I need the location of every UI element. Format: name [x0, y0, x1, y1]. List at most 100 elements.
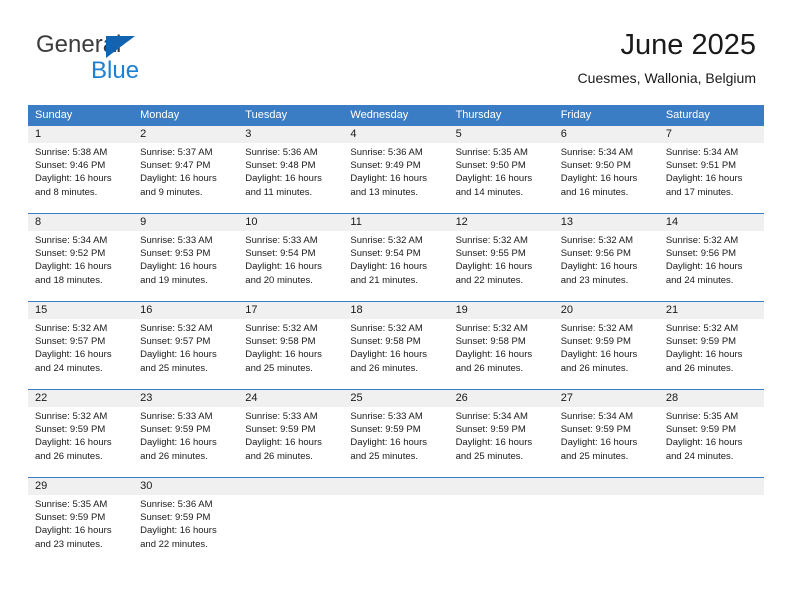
- day-cell: Sunrise: 5:33 AM Sunset: 9:59 PM Dayligh…: [133, 407, 238, 477]
- daylight-text: Daylight: 16 hours and 23 minutes.: [35, 525, 112, 550]
- sunrise-text: Sunrise: 5:34 AM: [455, 411, 528, 422]
- sunset-text: Sunset: 9:47 PM: [140, 160, 211, 172]
- sunrise-text: Sunrise: 5:34 AM: [665, 147, 739, 158]
- sunset-text: Sunset: 9:59 PM: [140, 424, 211, 436]
- day-number[interactable]: 25: [343, 390, 448, 407]
- day-detail-row: Sunrise: 5:35 AM Sunset: 9:59 PM Dayligh…: [28, 495, 764, 565]
- page-header: General Blue June 2025 Cuesmes, Wallonia…: [0, 0, 792, 100]
- day-cell: Sunrise: 5:34 AM Sunset: 9:50 PM Dayligh…: [554, 143, 659, 213]
- day-number[interactable]: 8: [28, 214, 133, 231]
- sunrise-text: Sunrise: 5:32 AM: [455, 235, 528, 246]
- page-title: June 2025: [620, 29, 756, 61]
- day-cell: Sunrise: 5:33 AM Sunset: 9:59 PM Dayligh…: [343, 407, 448, 477]
- daylight-text: Daylight: 16 hours and 22 minutes.: [140, 525, 217, 550]
- day-cell: Sunrise: 5:37 AM Sunset: 9:47 PM Dayligh…: [133, 143, 238, 213]
- weekday-header-sunday: Sunday: [35, 109, 73, 121]
- daylight-text: Daylight: 16 hours and 24 minutes.: [35, 349, 112, 374]
- daylight-text: Daylight: 16 hours and 16 minutes.: [560, 173, 638, 198]
- day-number[interactable]: 10: [238, 214, 343, 231]
- day-number[interactable]: 26: [449, 390, 554, 407]
- day-cell-empty: [554, 495, 659, 565]
- sunrise-text: Sunrise: 5:32 AM: [245, 323, 318, 334]
- day-cell: Sunrise: 5:32 AM Sunset: 9:57 PM Dayligh…: [28, 319, 133, 389]
- day-number[interactable]: 28: [659, 390, 764, 407]
- day-number[interactable]: 20: [554, 302, 659, 319]
- day-number-empty: [449, 478, 554, 495]
- day-detail-row: Sunrise: 5:32 AM Sunset: 9:57 PM Dayligh…: [28, 319, 764, 389]
- sunset-text: Sunset: 9:57 PM: [140, 336, 211, 348]
- day-number[interactable]: 11: [343, 214, 448, 231]
- day-number[interactable]: 15: [28, 302, 133, 319]
- day-number[interactable]: 2: [133, 126, 238, 143]
- sunset-text: Sunset: 9:59 PM: [665, 336, 737, 348]
- sunset-text: Sunset: 9:55 PM: [455, 248, 526, 260]
- day-number[interactable]: 30: [133, 478, 238, 495]
- day-cell: Sunrise: 5:32 AM Sunset: 9:59 PM Dayligh…: [659, 319, 764, 389]
- sunset-text: Sunset: 9:59 PM: [35, 512, 106, 524]
- day-number[interactable]: 27: [554, 390, 659, 407]
- sunset-text: Sunset: 9:59 PM: [350, 424, 421, 436]
- daylight-text: Daylight: 16 hours and 21 minutes.: [350, 261, 427, 286]
- sunrise-text: Sunrise: 5:36 AM: [350, 147, 423, 158]
- weekday-header-monday: Monday: [140, 109, 180, 121]
- sunset-text: Sunset: 9:50 PM: [455, 160, 526, 172]
- day-number[interactable]: 24: [238, 390, 343, 407]
- week-row: 1 2 3 4 5 6 7 Sunrise: 5:38 AM Sunset: 9…: [28, 125, 764, 213]
- calendar-page: General Blue June 2025 Cuesmes, Wallonia…: [0, 0, 792, 612]
- day-cell: Sunrise: 5:33 AM Sunset: 9:59 PM Dayligh…: [238, 407, 343, 477]
- day-number[interactable]: 3: [238, 126, 343, 143]
- day-cell: Sunrise: 5:38 AM Sunset: 9:46 PM Dayligh…: [28, 143, 133, 213]
- day-number[interactable]: 17: [238, 302, 343, 319]
- daylight-text: Daylight: 16 hours and 25 minutes.: [560, 437, 638, 462]
- day-cell: Sunrise: 5:32 AM Sunset: 9:55 PM Dayligh…: [449, 231, 554, 301]
- day-number[interactable]: 29: [28, 478, 133, 495]
- day-cell: Sunrise: 5:34 AM Sunset: 9:59 PM Dayligh…: [449, 407, 554, 477]
- sunset-text: Sunset: 9:54 PM: [350, 248, 421, 260]
- day-number[interactable]: 1: [28, 126, 133, 143]
- day-cell: Sunrise: 5:35 AM Sunset: 9:59 PM Dayligh…: [28, 495, 133, 565]
- sunrise-text: Sunrise: 5:32 AM: [35, 323, 108, 334]
- sunset-text: Sunset: 9:56 PM: [665, 248, 737, 260]
- day-number[interactable]: 7: [659, 126, 764, 143]
- daylight-text: Daylight: 16 hours and 25 minutes.: [245, 349, 322, 374]
- week-row: 15 16 17 18 19 20 21 Sunrise: 5:32 AM Su…: [28, 301, 764, 389]
- day-number[interactable]: 18: [343, 302, 448, 319]
- weekday-header-wednesday: Wednesday: [350, 109, 409, 121]
- day-number[interactable]: 6: [554, 126, 659, 143]
- sunset-text: Sunset: 9:58 PM: [350, 336, 421, 348]
- weekday-header-friday: Friday: [560, 109, 592, 121]
- day-cell: Sunrise: 5:34 AM Sunset: 9:59 PM Dayligh…: [554, 407, 659, 477]
- day-cell: Sunrise: 5:32 AM Sunset: 9:56 PM Dayligh…: [659, 231, 764, 301]
- sunset-text: Sunset: 9:58 PM: [455, 336, 526, 348]
- day-number[interactable]: 13: [554, 214, 659, 231]
- sunrise-text: Sunrise: 5:33 AM: [245, 235, 318, 246]
- day-number[interactable]: 9: [133, 214, 238, 231]
- sunrise-text: Sunrise: 5:35 AM: [665, 411, 739, 422]
- daylight-text: Daylight: 16 hours and 26 minutes.: [665, 349, 743, 374]
- day-number[interactable]: 12: [449, 214, 554, 231]
- day-cell-empty: [343, 495, 448, 565]
- sunrise-text: Sunrise: 5:32 AM: [350, 323, 423, 334]
- day-number[interactable]: 14: [659, 214, 764, 231]
- daylight-text: Daylight: 16 hours and 25 minutes.: [455, 437, 533, 462]
- sunrise-text: Sunrise: 5:33 AM: [140, 235, 213, 246]
- day-number[interactable]: 4: [343, 126, 448, 143]
- sunset-text: Sunset: 9:59 PM: [560, 336, 631, 348]
- sunrise-text: Sunrise: 5:33 AM: [350, 411, 423, 422]
- sunset-text: Sunset: 9:46 PM: [35, 160, 106, 172]
- sunset-text: Sunset: 9:57 PM: [35, 336, 106, 348]
- day-number[interactable]: 19: [449, 302, 554, 319]
- day-cell: Sunrise: 5:32 AM Sunset: 9:57 PM Dayligh…: [133, 319, 238, 389]
- day-number[interactable]: 5: [449, 126, 554, 143]
- weekday-header-tuesday: Tuesday: [245, 109, 288, 121]
- day-cell: Sunrise: 5:32 AM Sunset: 9:58 PM Dayligh…: [343, 319, 448, 389]
- day-number[interactable]: 21: [659, 302, 764, 319]
- day-cell: Sunrise: 5:36 AM Sunset: 9:59 PM Dayligh…: [133, 495, 238, 565]
- day-cell: Sunrise: 5:33 AM Sunset: 9:53 PM Dayligh…: [133, 231, 238, 301]
- daylight-text: Daylight: 16 hours and 9 minutes.: [140, 173, 217, 198]
- day-number[interactable]: 22: [28, 390, 133, 407]
- sunrise-text: Sunrise: 5:38 AM: [35, 147, 108, 158]
- day-number[interactable]: 23: [133, 390, 238, 407]
- day-number[interactable]: 16: [133, 302, 238, 319]
- day-cell-empty: [659, 495, 764, 565]
